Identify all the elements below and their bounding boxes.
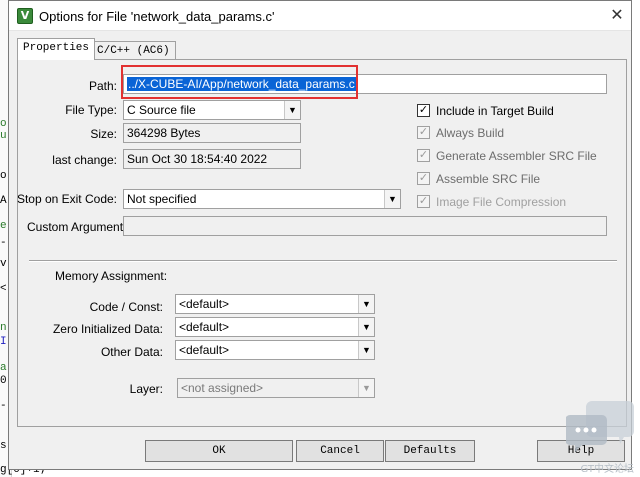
custom-arguments-field [123, 216, 607, 236]
checkmark-icon: ✓ [417, 149, 430, 162]
chevron-down-icon: ▼ [358, 341, 374, 359]
file-type-value: C Source file [127, 103, 196, 117]
file-type-label: File Type: [65, 103, 117, 117]
size-label: Size: [90, 127, 117, 141]
checkmark-icon: ✓ [417, 126, 430, 139]
custom-arguments-label: Custom Arguments: [27, 220, 133, 234]
other-data-value: <default> [179, 343, 230, 357]
path-label: Path: [88, 79, 117, 93]
assemble-src-file-label: Assemble SRC File [436, 172, 541, 186]
chevron-down-icon: ▼ [358, 318, 374, 336]
generate-assembler-src-label: Generate Assembler SRC File [436, 149, 597, 163]
tab-c-cpp-ac6[interactable]: C/C++ (AC6) [91, 41, 176, 61]
checkmark-icon: ✓ [417, 195, 430, 208]
close-icon[interactable]: ✕ [603, 1, 631, 31]
layer-label: Layer: [129, 382, 163, 396]
path-highlight-annotation [121, 65, 358, 99]
keil-app-icon: V [17, 8, 33, 24]
ok-button[interactable]: OK [145, 440, 293, 462]
forum-watermark-icon [566, 401, 634, 452]
size-field: 364298 Bytes [123, 123, 301, 143]
defaults-button[interactable]: Defaults [385, 440, 475, 462]
last-change-label: last change: [52, 153, 117, 167]
chevron-down-icon: ▼ [358, 295, 374, 313]
chevron-down-icon: ▼ [284, 101, 300, 119]
zero-initialized-data-label: Zero Initialized Data: [52, 322, 163, 336]
last-change-field: Sun Oct 30 18:54:40 2022 [123, 149, 301, 169]
stop-on-exit-code-select[interactable]: Not specified ▼ [123, 189, 401, 209]
checkmark-icon: ✓ [417, 104, 430, 117]
code-const-value: <default> [179, 297, 230, 311]
image-file-compression-label: Image File Compression [436, 195, 567, 209]
stop-on-exit-code-label: Stop on Exit Code: [16, 192, 117, 206]
watermark-text: GT中文论坛 [580, 464, 634, 475]
other-data-label: Other Data: [100, 345, 163, 359]
other-data-select[interactable]: <default> ▼ [175, 340, 375, 360]
layer-value: <not assigned> [181, 381, 264, 395]
stop-on-exit-code-value: Not specified [127, 192, 197, 206]
chevron-down-icon: ▼ [358, 379, 374, 397]
code-const-label: Code / Const: [89, 300, 163, 314]
window-title: Options for File 'network_data_params.c' [39, 9, 275, 24]
options-dialog: V Options for File 'network_data_params.… [8, 0, 632, 470]
tab-properties[interactable]: Properties [17, 38, 96, 60]
zero-initialized-data-value: <default> [179, 320, 230, 334]
zero-initialized-data-select[interactable]: <default> ▼ [175, 317, 375, 337]
chevron-down-icon: ▼ [384, 190, 400, 208]
cancel-button[interactable]: Cancel [296, 440, 384, 462]
code-const-select[interactable]: <default> ▼ [175, 294, 375, 314]
include-in-target-build-label: Include in Target Build [436, 104, 554, 118]
checkmark-icon: ✓ [417, 172, 430, 185]
memory-assignment-heading: Memory Assignment: [55, 269, 168, 283]
file-type-select[interactable]: C Source file ▼ [123, 100, 301, 120]
divider [29, 260, 617, 262]
always-build-label: Always Build [436, 126, 505, 140]
layer-select: <not assigned> ▼ [177, 378, 375, 398]
title-bar: V Options for File 'network_data_params.… [9, 1, 631, 31]
